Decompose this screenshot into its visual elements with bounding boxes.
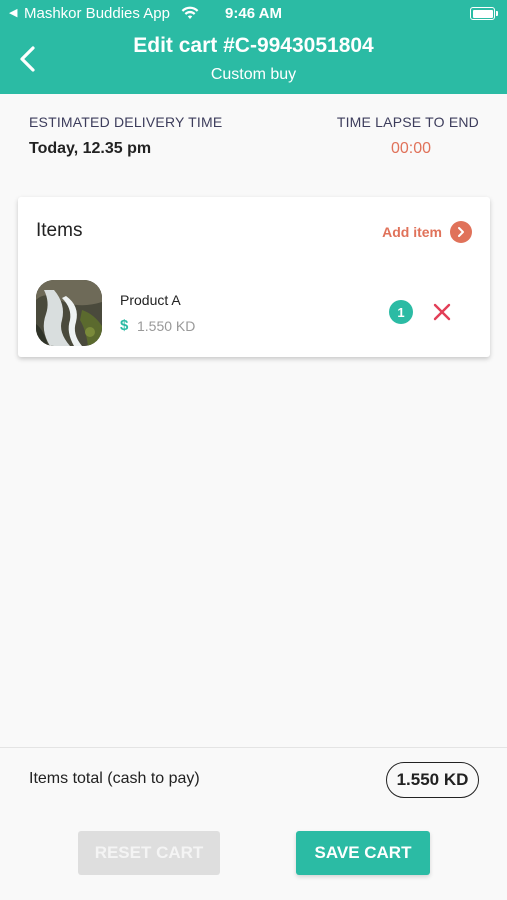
reset-cart-button[interactable]: RESET CART xyxy=(78,831,220,875)
page-subtitle: Custom buy xyxy=(210,66,297,83)
page-title: Edit cart #C-9943051804 xyxy=(133,34,374,57)
status-time: 9:46 AM xyxy=(225,5,282,22)
items-card: Items Add item Product A $ 1.550 KD 1 xyxy=(18,197,490,357)
quantity-badge: 1 xyxy=(389,300,413,324)
product-name: Product A xyxy=(120,292,181,308)
add-item-button[interactable]: Add item xyxy=(382,220,472,244)
currency-icon: $ xyxy=(120,317,129,334)
items-total-label: Items total (cash to pay) xyxy=(29,770,200,787)
app-header: ◀ Mashkor Buddies App 9:46 AM Edit cart … xyxy=(0,0,507,94)
list-item: Product A $ 1.550 KD 1 xyxy=(18,277,490,347)
items-total-value: 1.550 KD xyxy=(386,762,479,798)
remove-item-button[interactable] xyxy=(430,300,454,324)
chevron-right-icon xyxy=(450,221,472,243)
close-icon xyxy=(433,303,451,321)
footer-divider xyxy=(0,747,507,748)
estimated-delivery-value: Today, 12.35 pm xyxy=(29,140,152,157)
add-item-label: Add item xyxy=(382,224,442,240)
time-lapse-value: 00:00 xyxy=(390,140,431,157)
estimated-delivery-label: ESTIMATED DELIVERY TIME xyxy=(29,114,223,130)
save-cart-button[interactable]: SAVE CART xyxy=(296,831,430,875)
status-bar: ◀ Mashkor Buddies App 9:46 AM xyxy=(0,0,507,28)
battery-icon xyxy=(470,7,498,20)
product-thumbnail xyxy=(36,280,102,346)
product-price: 1.550 KD xyxy=(137,318,196,334)
time-lapse-label: TIME LAPSE TO END xyxy=(336,114,479,130)
items-heading: Items xyxy=(36,220,83,241)
